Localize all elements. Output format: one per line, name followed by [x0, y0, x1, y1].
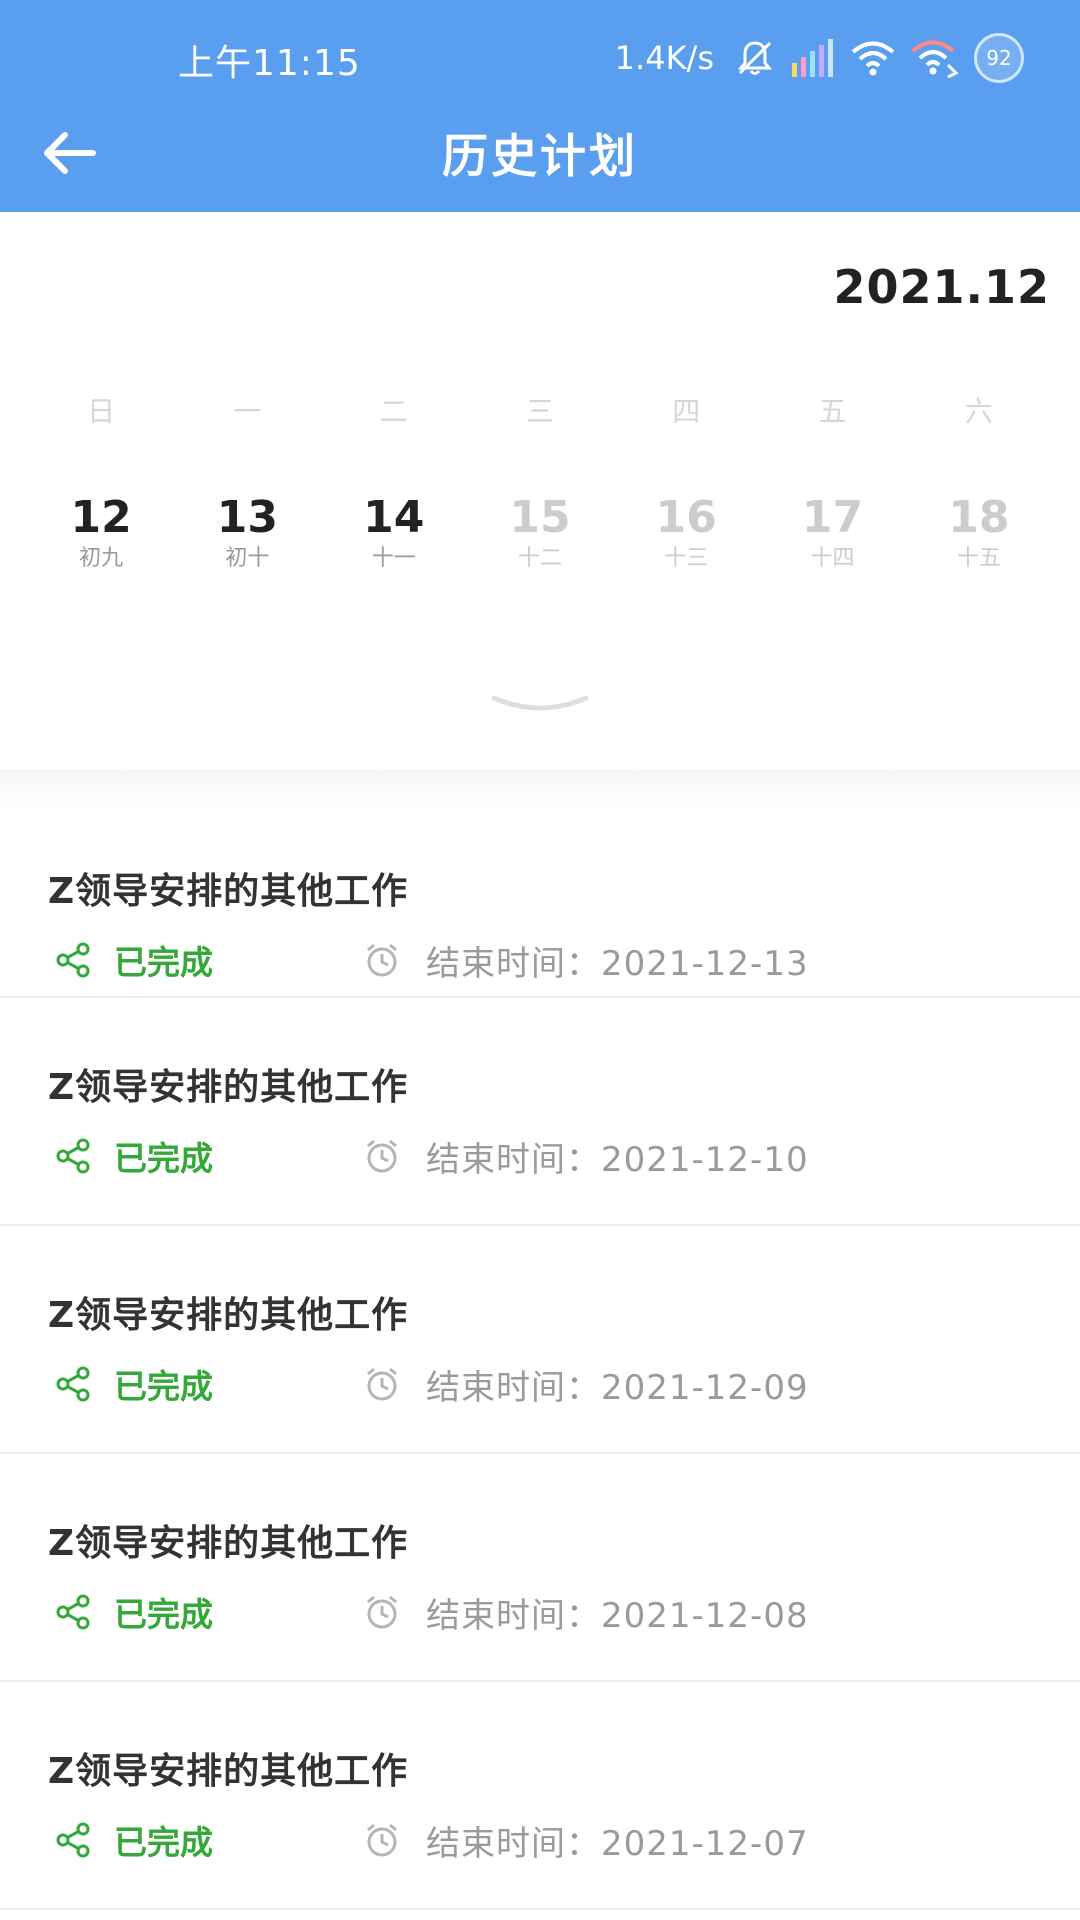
list-item[interactable]: Z领导安排的其他工作 已完成 结束时间：2021-12-07: [0, 1682, 1080, 1910]
wifi-hotspot-icon: [910, 37, 960, 79]
calendar-day[interactable]: 15 十二: [467, 492, 613, 574]
plan-title: Z领导安排的其他工作: [48, 1523, 409, 1564]
day-lunar: 初十: [225, 546, 270, 571]
alarm-clock-icon: [367, 943, 397, 977]
weekday-label: 三: [525, 395, 554, 428]
plan-title: Z领导安排的其他工作: [48, 1295, 409, 1336]
calendar-day[interactable]: 17 十四: [759, 492, 905, 574]
status-icons: 1.4K/s 92: [615, 28, 1024, 88]
end-time: 结束时间：2021-12-13: [426, 943, 809, 984]
alarm-clock-icon: [367, 1595, 397, 1629]
status-badge: 已完成: [114, 1139, 213, 1178]
plan-meta: 已完成 结束时间：2021-12-10: [54, 1134, 809, 1180]
list-item[interactable]: Z领导安排的其他工作 已完成 结束时间：2021-12-09: [0, 1226, 1080, 1454]
day-lunar: 初九: [79, 546, 124, 571]
calendar-days: 12 初九 13 初十 14 十一 15 十二 16 十三 17 十四 18 十…: [28, 492, 1052, 574]
day-lunar: 十二: [517, 546, 562, 571]
weekday-label: 六: [964, 395, 993, 428]
wifi-icon: [850, 38, 896, 78]
app-screen: 上午11:15 1.4K/s 92 历史计划 2021.12 日 一 二 三 四…: [0, 0, 1080, 1920]
end-time: 结束时间：2021-12-08: [426, 1595, 809, 1636]
share-icon: [56, 1138, 90, 1174]
share-icon: [56, 1594, 90, 1630]
day-number: 13: [216, 492, 279, 543]
alarm-clock-icon: [367, 1823, 397, 1857]
list-item[interactable]: Z领导安排的其他工作 已完成 结束时间：2021-12-13: [0, 770, 1080, 998]
calendar-day[interactable]: 14 十一: [321, 492, 467, 574]
weekday-label: 一: [233, 395, 262, 428]
end-time: 结束时间：2021-12-09: [426, 1367, 809, 1408]
day-number: 17: [801, 492, 864, 543]
plan-title: Z领导安排的其他工作: [48, 1751, 409, 1792]
weekday-label: 四: [672, 395, 701, 428]
status-badge: 已完成: [114, 1595, 213, 1634]
network-speed: 1.4K/s: [614, 39, 714, 77]
day-number: 16: [655, 492, 717, 543]
day-number: 14: [363, 492, 425, 543]
day-lunar: 十一: [371, 546, 416, 571]
mute-bell-icon: [734, 37, 776, 79]
status-badge: 已完成: [114, 1367, 213, 1406]
list-item[interactable]: Z领导安排的其他工作 已完成 结束时间：2021-12-08: [0, 1454, 1080, 1682]
calendar-expand-handle[interactable]: [490, 690, 590, 720]
calendar-month[interactable]: 2021.12: [833, 260, 1050, 314]
plan-meta: 已完成 结束时间：2021-12-09: [54, 1362, 809, 1408]
week-calendar: 2021.12 日 一 二 三 四 五 六 12 初九 13 初十 14 十一: [0, 212, 1080, 770]
weekday-label: 二: [379, 395, 408, 428]
chevron-down-icon: [491, 695, 589, 711]
calendar-day[interactable]: 12 初九: [28, 492, 174, 574]
status-time: 上午11:15: [178, 43, 361, 84]
alarm-clock-icon: [367, 1367, 397, 1401]
weekday-header: 日 一 二 三 四 五 六: [28, 390, 1052, 430]
calendar-day[interactable]: 13 初十: [174, 492, 320, 574]
page-title: 历史计划: [442, 129, 638, 183]
day-lunar: 十三: [664, 546, 709, 571]
status-badge: 已完成: [114, 943, 213, 982]
calendar-day[interactable]: 16 十三: [613, 492, 759, 574]
plan-meta: 已完成 结束时间：2021-12-13: [54, 938, 809, 984]
signal-bars-icon: [790, 37, 836, 79]
plan-title: Z领导安排的其他工作: [48, 1067, 409, 1108]
top-bar: 上午11:15 1.4K/s 92 历史计划: [0, 0, 1080, 212]
plan-title: Z领导安排的其他工作: [48, 871, 409, 912]
share-icon: [56, 942, 90, 978]
list-item[interactable]: Z领导安排的其他工作 已完成 结束时间：2021-12-10: [0, 998, 1080, 1226]
battery-indicator: 92: [974, 33, 1024, 83]
day-lunar: 十五: [956, 546, 1001, 571]
calendar-day[interactable]: 18 十五: [906, 492, 1052, 574]
status-badge: 已完成: [114, 1823, 213, 1862]
plan-meta: 已完成 结束时间：2021-12-07: [54, 1818, 809, 1864]
plan-list: Z领导安排的其他工作 已完成 结束时间：2021-12-13 Z领导安排的其他工…: [0, 770, 1080, 1910]
end-time: 结束时间：2021-12-07: [426, 1823, 809, 1864]
day-number: 15: [509, 492, 571, 543]
plan-meta: 已完成 结束时间：2021-12-08: [54, 1590, 809, 1636]
day-number: 12: [70, 492, 132, 543]
weekday-label: 五: [818, 395, 847, 428]
end-time: 结束时间：2021-12-10: [426, 1139, 809, 1180]
weekday-label: 日: [87, 395, 116, 428]
day-lunar: 十四: [810, 546, 855, 571]
day-number: 18: [948, 492, 1010, 543]
share-icon: [56, 1366, 90, 1402]
alarm-clock-icon: [367, 1139, 397, 1173]
share-icon: [56, 1822, 90, 1858]
